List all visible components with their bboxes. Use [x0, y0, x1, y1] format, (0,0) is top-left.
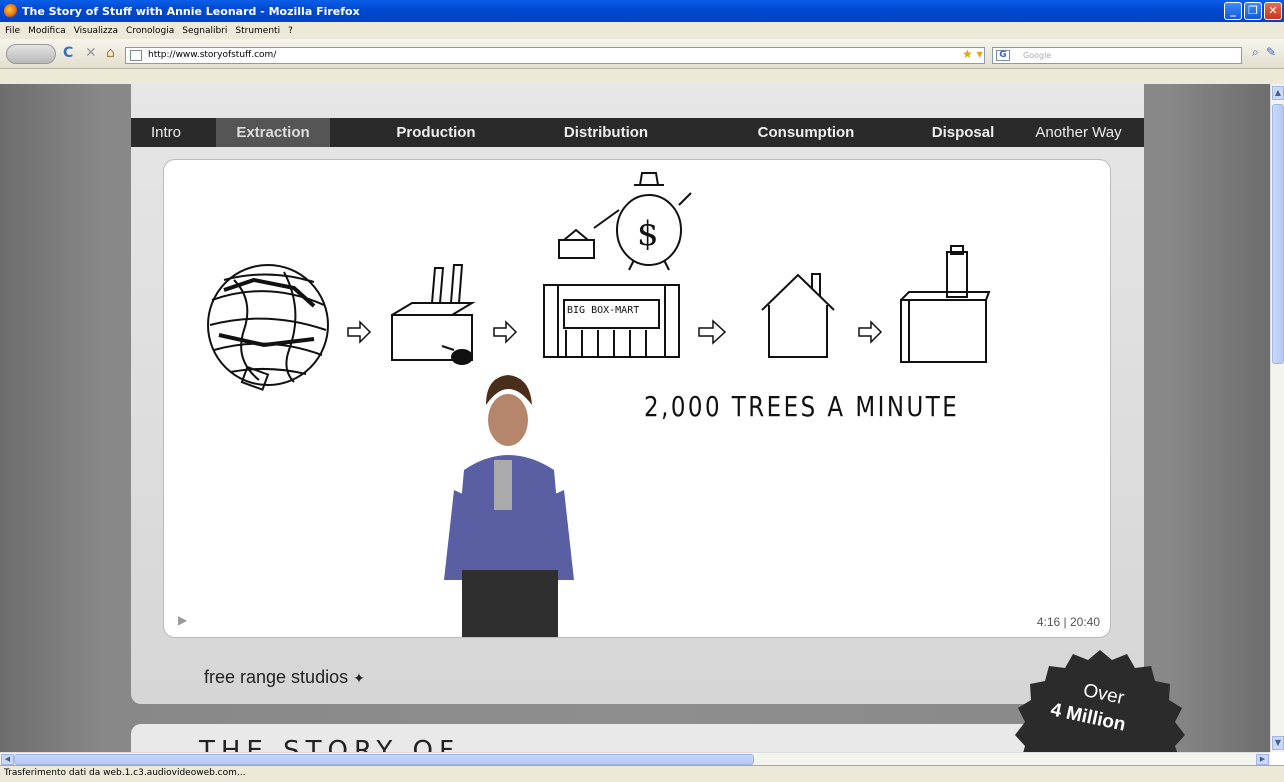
reload-icon[interactable]: C: [63, 45, 73, 61]
scroll-left-icon[interactable]: ◀: [1, 754, 14, 765]
money-bag-icon: $: [558, 172, 692, 271]
play-icon[interactable]: ▶: [178, 613, 187, 627]
google-icon[interactable]: G: [996, 50, 1010, 61]
studio-credit[interactable]: free range studios ✦: [204, 667, 365, 688]
window-controls: _ ❐ ✕: [1224, 2, 1282, 20]
video-player[interactable]: $ BIG BOX-MART 2,000 TREES A MINUTE ▶ 4:…: [163, 159, 1111, 638]
bookmark-star-icon[interactable]: ★ ▾: [962, 47, 983, 61]
bookmarks-toolbar: [0, 69, 1284, 84]
house-icon: [761, 273, 835, 358]
scroll-thumb[interactable]: [1272, 104, 1284, 364]
menu-modifica[interactable]: Modifica: [28, 26, 66, 36]
page-favicon-icon: [130, 50, 142, 61]
factory-icon: [391, 264, 476, 365]
window-title: The Story of Stuff with Annie Leonard - …: [22, 4, 360, 18]
close-button[interactable]: ✕: [1264, 2, 1282, 20]
search-placeholder: Google: [1023, 51, 1052, 60]
scroll-down-icon[interactable]: ▼: [1272, 736, 1284, 750]
bird-icon: ✦: [353, 670, 365, 686]
menu-help[interactable]: ?: [288, 26, 293, 36]
navigation-toolbar: C ✕ ⌂ http://www.storyofstuff.com/ ★ ▾ G…: [0, 39, 1284, 69]
scroll-up-icon[interactable]: ▲: [1272, 86, 1284, 100]
hscroll-thumb[interactable]: [14, 754, 754, 765]
tab-intro[interactable]: Intro: [131, 118, 201, 147]
globe-icon: [207, 264, 329, 391]
store-sign: BIG BOX-MART: [567, 305, 640, 316]
status-bar: Trasferimento dati da web.1.c3.audiovide…: [0, 765, 1284, 782]
chapter-nav: Intro Extraction Production Distribution…: [131, 118, 1144, 147]
minimize-button[interactable]: _: [1224, 2, 1242, 20]
video-caption: 2,000 TREES A MINUTE: [644, 390, 960, 423]
tab-another-way[interactable]: Another Way: [1021, 118, 1136, 147]
search-input[interactable]: G Google: [992, 47, 1242, 64]
tab-extraction[interactable]: Extraction: [216, 118, 330, 147]
studio-credit-text: free range studios: [204, 667, 349, 687]
incinerator-icon: [900, 245, 991, 363]
video-timecode: 4:16 | 20:40: [1036, 615, 1100, 629]
scroll-right-icon[interactable]: ▶: [1256, 754, 1269, 765]
stop-icon[interactable]: ✕: [85, 45, 97, 61]
tab-consumption[interactable]: Consumption: [736, 118, 876, 147]
store-icon: [543, 284, 680, 358]
menu-cronologia[interactable]: Cronologia: [126, 26, 174, 36]
menu-segnalibri[interactable]: Segnalibri: [182, 26, 227, 36]
addon-icon[interactable]: ✎: [1266, 45, 1276, 59]
tab-distribution[interactable]: Distribution: [541, 118, 671, 147]
menu-bar: File Modifica Visualizza Cronologia Segn…: [0, 22, 1284, 39]
menu-file[interactable]: File: [5, 26, 20, 36]
search-go-icon[interactable]: ⌕: [1252, 45, 1259, 60]
vertical-scrollbar[interactable]: ▲ ▼: [1270, 84, 1284, 752]
menu-visualizza[interactable]: Visualizza: [74, 26, 118, 36]
back-forward-button[interactable]: [6, 44, 56, 64]
address-url: http://www.storyofstuff.com/: [148, 50, 277, 60]
firefox-icon: [4, 4, 18, 18]
address-bar[interactable]: http://www.storyofstuff.com/: [125, 47, 985, 64]
tab-disposal[interactable]: Disposal: [916, 118, 1010, 147]
home-icon[interactable]: ⌂: [106, 45, 115, 61]
menu-strumenti[interactable]: Strumenti: [235, 26, 280, 36]
svg-text:$: $: [637, 214, 659, 254]
horizontal-scrollbar[interactable]: ◀ ▶: [0, 752, 1270, 765]
maximize-button[interactable]: ❐: [1244, 2, 1262, 20]
tab-production[interactable]: Production: [371, 118, 501, 147]
video-frame-illustration: $: [207, 172, 991, 637]
presenter-image: [444, 375, 574, 637]
window-titlebar: The Story of Stuff with Annie Leonard - …: [0, 0, 1284, 22]
